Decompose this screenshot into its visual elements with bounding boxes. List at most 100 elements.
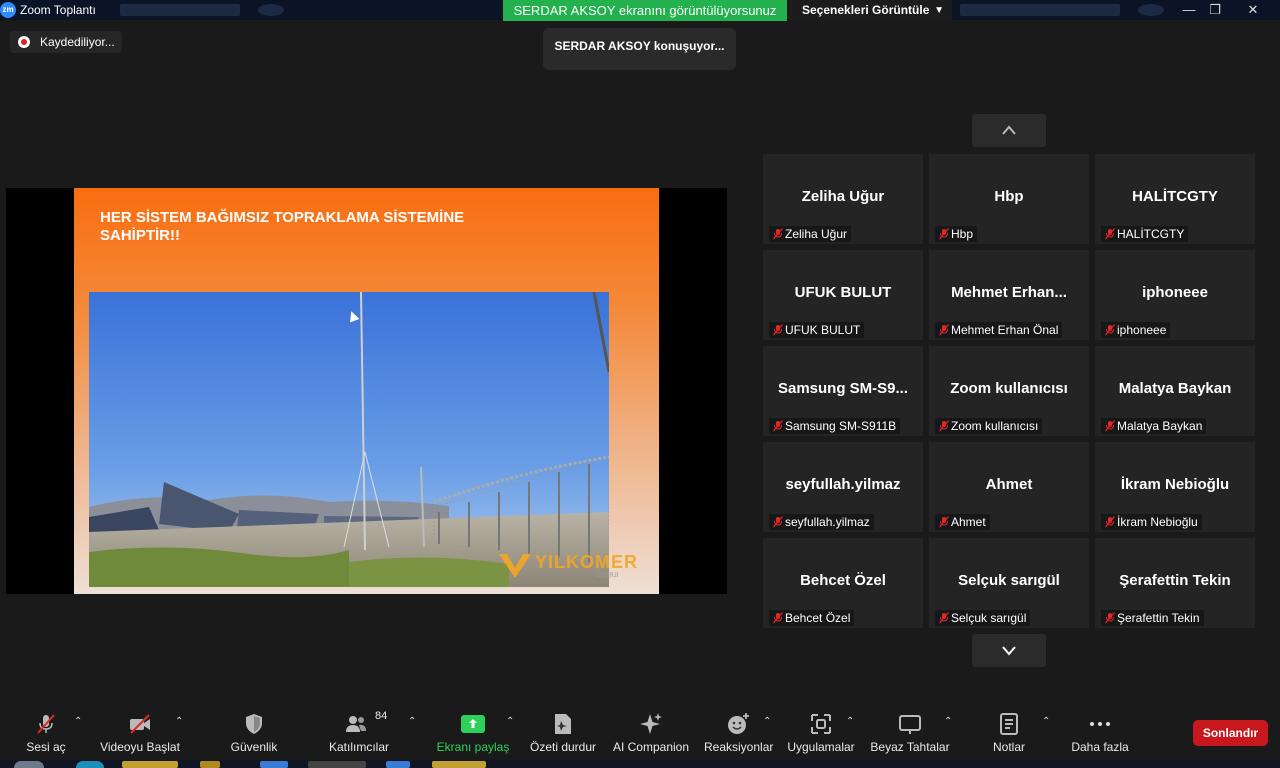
participant-tile[interactable]: Zoom kullanıcısı Zoom kullanıcısı <box>929 346 1089 436</box>
more-button[interactable]: Daha fazla <box>1068 712 1132 758</box>
taskbar-app-icon[interactable] <box>308 761 366 768</box>
microphone-muted-icon <box>1105 516 1115 528</box>
whiteboards-options-caret-icon[interactable]: ⌃ <box>944 716 952 727</box>
taskbar-start-icon[interactable] <box>14 761 44 768</box>
participant-name-text: Behcet Özel <box>785 611 851 625</box>
microphone-muted-icon <box>773 612 783 624</box>
participant-tile[interactable]: Ahmet Ahmet <box>929 442 1089 532</box>
taskbar-app-icon[interactable] <box>260 761 288 768</box>
participant-tile[interactable]: Malatya Baykan Malatya Baykan <box>1095 346 1255 436</box>
unmute-button[interactable]: Sesi aç <box>20 712 72 758</box>
microphone-muted-icon <box>773 228 783 240</box>
minimize-icon[interactable]: — <box>1177 0 1201 20</box>
participant-name-label: UFUK BULUT <box>769 322 865 338</box>
whiteboards-label: Beyaz Tahtalar <box>870 740 950 754</box>
apps-label: Uygulamalar <box>787 740 855 754</box>
zoom-app-icon: zm <box>0 2 16 18</box>
participant-display-name: Hbp <box>994 188 1024 205</box>
participants-label: Katılımcılar <box>328 740 389 754</box>
start-video-button[interactable]: Videoyu Başlat <box>100 712 180 758</box>
participants-button[interactable]: 84 Katılımcılar <box>326 710 392 758</box>
gallery-next-page-button[interactable] <box>972 634 1046 667</box>
participant-tile[interactable]: Hbp Hbp <box>929 154 1089 244</box>
shared-screen[interactable]: HER SİSTEM BAĞIMSIZ TOPRAKLAMA SİSTEMİNE… <box>6 188 727 594</box>
record-icon <box>18 36 30 48</box>
participant-tile[interactable]: UFUK BULUT UFUK BULUT <box>763 250 923 340</box>
taskbar-app-icon[interactable] <box>200 761 220 768</box>
participant-name-text: Samsung SM-S911B <box>785 419 897 433</box>
participant-tile[interactable]: Mehmet Erhan... Mehmet Erhan Önal <box>929 250 1089 340</box>
reactions-options-caret-icon[interactable]: ⌃ <box>763 716 771 727</box>
participant-name-label: Behcet Özel <box>769 610 855 626</box>
participant-name-text: seyfullah.yilmaz <box>785 515 870 529</box>
participant-display-name: Zoom kullanıcısı <box>950 380 1068 397</box>
video-camera-off-icon <box>130 714 150 734</box>
participant-name-text: İkram Nebioğlu <box>1117 515 1198 529</box>
presentation-slide: HER SİSTEM BAĞIMSIZ TOPRAKLAMA SİSTEMİNE… <box>74 188 659 594</box>
notes-options-caret-icon[interactable]: ⌃ <box>1042 716 1050 727</box>
summary-document-icon <box>555 714 571 734</box>
participant-tile[interactable]: Samsung SM-S9... Samsung SM-S911B <box>763 346 923 436</box>
chevron-down-icon <box>1002 646 1016 656</box>
participant-display-name: Selçuk sarıgül <box>958 572 1060 589</box>
participant-name-label: Hbp <box>935 226 978 242</box>
audio-options-caret-icon[interactable]: ⌃ <box>74 716 82 727</box>
microphone-muted-icon <box>939 516 949 528</box>
reactions-label: Reaksiyonlar <box>704 740 774 754</box>
participant-tile[interactable]: Behcet Özel Behcet Özel <box>763 538 923 628</box>
participants-options-caret-icon[interactable]: ⌃ <box>408 716 416 727</box>
participant-name-text: Malatya Baykan <box>1117 419 1203 433</box>
participant-tile[interactable]: HALİTCGTY HALİTCGTY <box>1095 154 1255 244</box>
notes-icon <box>1000 713 1018 735</box>
participant-tile[interactable]: seyfullah.yilmaz seyfullah.yilmaz <box>763 442 923 532</box>
gallery-previous-page-button[interactable] <box>972 114 1046 147</box>
microphone-muted-icon <box>1105 612 1115 624</box>
security-button[interactable]: Güvenlik <box>228 712 280 758</box>
restore-icon[interactable]: ❐ <box>1203 0 1227 20</box>
ai-companion-button[interactable]: AI Companion <box>612 712 690 758</box>
recording-label: Kaydediliyor... <box>40 35 115 49</box>
participant-name-label: Şerafettin Tekin <box>1101 610 1204 626</box>
participant-name-label: Samsung SM-S911B <box>769 418 901 434</box>
chevron-down-icon: ▼ <box>934 5 944 16</box>
more-dots-icon <box>1090 722 1110 726</box>
taskbar-app-icon[interactable] <box>122 761 178 768</box>
chevron-up-icon <box>1002 125 1016 135</box>
taskbar-app-icon[interactable] <box>386 761 410 768</box>
taskbar-app-icon[interactable] <box>432 761 486 768</box>
participant-tile[interactable]: Şerafettin Tekin Şerafettin Tekin <box>1095 538 1255 628</box>
recording-indicator[interactable]: Kaydediliyor... <box>10 31 122 53</box>
stop-summary-button[interactable]: Özeti durdur <box>528 712 598 758</box>
share-options-caret-icon[interactable]: ⌃ <box>506 716 514 727</box>
whiteboards-button[interactable]: Beyaz Tahtalar <box>870 712 950 758</box>
notes-button[interactable]: Notlar <box>984 712 1034 758</box>
participant-name-text: Zoom kullanıcısı <box>951 419 1039 433</box>
participant-name-text: Ahmet <box>951 515 986 529</box>
microphone-muted-icon <box>1105 420 1115 432</box>
reactions-button[interactable]: Reaksiyonlar <box>704 712 774 758</box>
apps-options-caret-icon[interactable]: ⌃ <box>846 716 854 727</box>
video-options-caret-icon[interactable]: ⌃ <box>175 716 183 727</box>
participant-name-label: Ahmet <box>935 514 990 530</box>
share-screen-button[interactable]: Ekranı paylaş <box>436 712 510 758</box>
participant-tile[interactable]: Selçuk sarıgül Selçuk sarıgül <box>929 538 1089 628</box>
participant-name-label: HALİTCGTY <box>1101 226 1189 242</box>
screen-share-banner: SERDAR AKSOY ekranını görüntülüyorsunuz <box>503 0 787 21</box>
slide-photo <box>89 292 609 587</box>
taskbar-app-icon[interactable] <box>76 761 104 768</box>
participant-tile[interactable]: iphoneee iphoneee <box>1095 250 1255 340</box>
participant-display-name: Şerafettin Tekin <box>1119 572 1231 589</box>
microphone-muted-icon <box>939 228 949 240</box>
participant-name-label: seyfullah.yilmaz <box>769 514 874 530</box>
participant-display-name: seyfullah.yilmaz <box>785 476 901 493</box>
close-icon[interactable]: ✕ <box>1241 0 1265 20</box>
participant-name-label: Selçuk sarıgül <box>935 610 1031 626</box>
view-options-button[interactable]: Seçenekleri Görüntüle ▼ <box>787 0 952 21</box>
participant-display-name: iphoneee <box>1142 284 1208 301</box>
participant-tile[interactable]: Zeliha Uğur Zeliha Uğur <box>763 154 923 244</box>
notes-label: Notlar <box>992 740 1025 754</box>
participant-tile[interactable]: İkram Nebioğlu İkram Nebioğlu <box>1095 442 1255 532</box>
participant-display-name: İkram Nebioğlu <box>1120 476 1230 493</box>
end-meeting-button[interactable]: Sonlandır <box>1193 720 1268 746</box>
participants-icon <box>346 716 366 732</box>
